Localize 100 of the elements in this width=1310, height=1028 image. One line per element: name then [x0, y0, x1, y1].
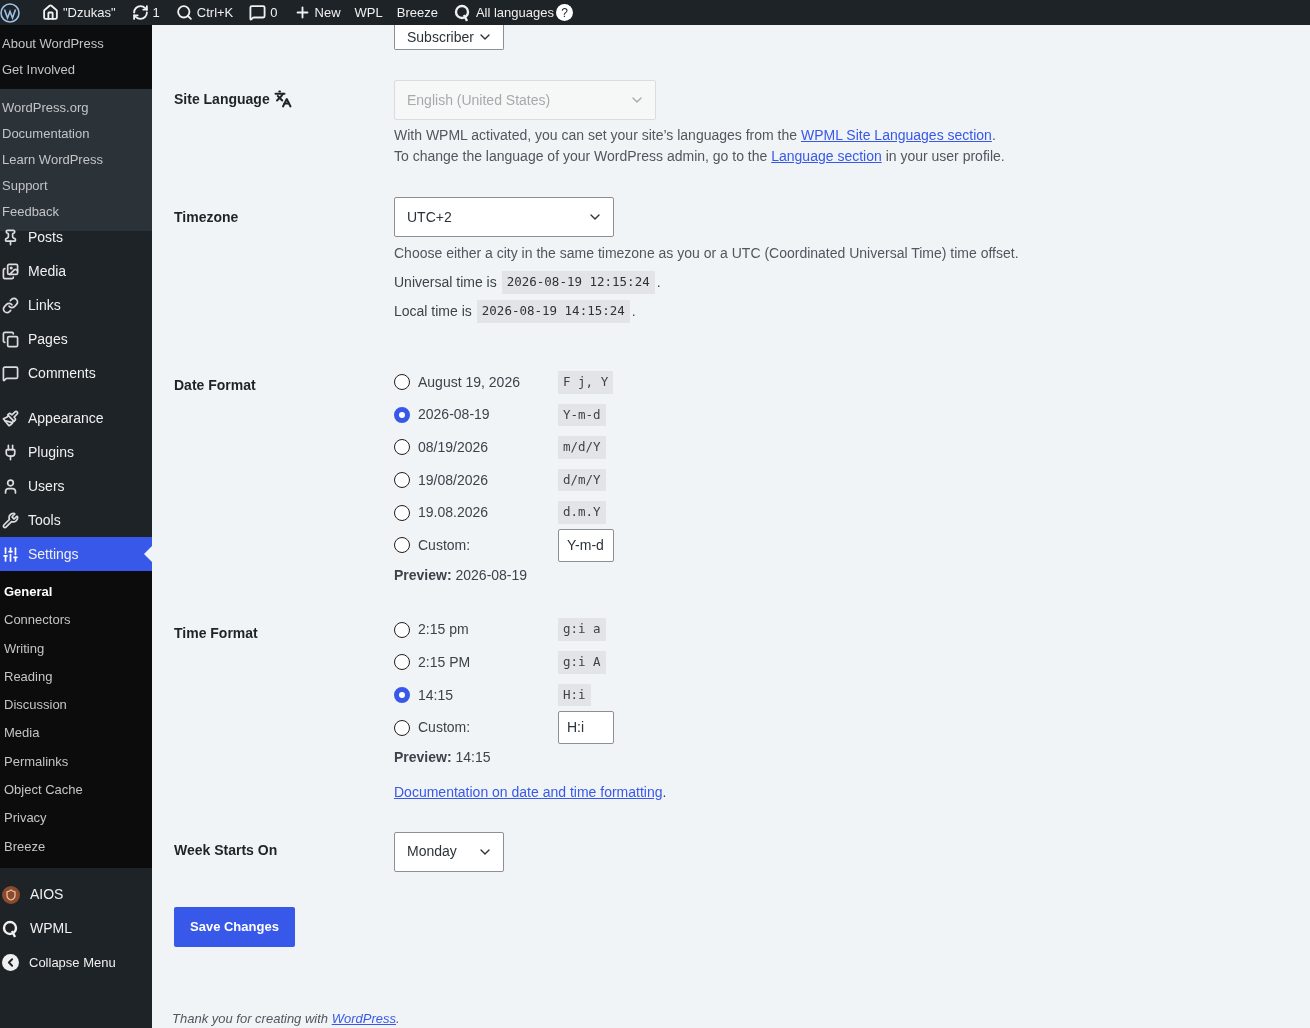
- submenu-item[interactable]: Connectors: [0, 606, 152, 635]
- sidebar-menu-item[interactable]: Pages: [0, 322, 152, 356]
- submenu-item[interactable]: Reading: [0, 662, 152, 692]
- comments-icon[interactable]: [249, 4, 267, 21]
- radio-button[interactable]: [394, 621, 410, 638]
- radio-button[interactable]: [394, 687, 410, 704]
- radio-button[interactable]: [394, 374, 410, 391]
- radio-label: 2:15 pm: [418, 620, 469, 640]
- collapse-icon[interactable]: [2, 954, 19, 972]
- sidebar-menu-item[interactable]: WPML: [0, 911, 152, 946]
- radio-label: Custom:: [418, 535, 471, 555]
- punctuation: .: [656, 273, 661, 292]
- admin-bar-item[interactable]: 0: [270, 2, 278, 23]
- sidebar-menu-item[interactable]: Users: [0, 469, 152, 503]
- field-description: With WPML activated, you can set your site’s languages from the WPML Site Languages section.: [394, 126, 997, 145]
- links-icon: [2, 296, 19, 314]
- media-icon: [2, 262, 19, 280]
- wordpress-logo-icon[interactable]: [0, 2, 20, 23]
- updates-icon[interactable]: [131, 4, 149, 21]
- field-label: Time Format: [174, 624, 258, 641]
- admin-bar-item[interactable]: "Dzukas": [63, 2, 116, 23]
- radio-button[interactable]: [394, 654, 410, 671]
- field-label: Date Format: [174, 377, 256, 393]
- admin-bar-item[interactable]: Breeze: [396, 2, 438, 23]
- sidebar-menu-item[interactable]: Collapse Menu: [0, 945, 152, 980]
- radio-label: 19/08/2026: [418, 470, 489, 490]
- sidebar-menu-item[interactable]: Plugins: [0, 435, 152, 469]
- field-label: Timezone: [174, 209, 239, 225]
- dropdown-menu-item[interactable]: WordPress.org: [0, 95, 152, 121]
- save-changes-button[interactable]: Save Changes: [174, 906, 295, 947]
- radio-label: 14:15: [418, 685, 454, 705]
- time-label: Universal time is: [394, 273, 497, 292]
- format-preview: Preview: 14:15: [394, 747, 492, 767]
- help-icon[interactable]: ?: [556, 4, 573, 21]
- radio-button[interactable]: [394, 537, 410, 554]
- submenu-item[interactable]: Media: [0, 719, 152, 748]
- radio-button[interactable]: [394, 719, 410, 736]
- shield-icon: [2, 885, 20, 904]
- radio-button[interactable]: [394, 504, 410, 521]
- format-code: d/m/Y: [558, 468, 606, 492]
- submenu-item[interactable]: General: [0, 578, 152, 607]
- submenu-item[interactable]: Breeze: [0, 832, 152, 861]
- submenu-item[interactable]: Privacy: [0, 804, 152, 833]
- select-dropdown[interactable]: Subscriber: [394, 25, 504, 50]
- field-label: Site Language: [174, 89, 270, 109]
- sidebar-menu-item[interactable]: Tools: [0, 503, 152, 537]
- wpml-icon: [453, 3, 472, 22]
- custom-format-field[interactable]: Y-m-d: [558, 528, 614, 562]
- wpml-icon: [2, 919, 20, 938]
- format-code: H:i: [558, 683, 591, 707]
- dropdown-menu-item[interactable]: Documentation: [0, 121, 152, 147]
- radio-label: 19.08.2026: [418, 503, 489, 523]
- admin-bar-item[interactable]: Ctrl+K: [196, 2, 234, 23]
- dropdown-menu-item[interactable]: Get Involved: [0, 57, 152, 83]
- sidebar-menu-item[interactable]: Comments: [0, 356, 152, 390]
- radio-button[interactable]: [394, 472, 410, 489]
- admin-bar-item[interactable]: 1: [152, 2, 160, 23]
- format-code: m/d/Y: [558, 436, 606, 459]
- submenu-item[interactable]: Discussion: [0, 691, 152, 720]
- radio-button[interactable]: [394, 406, 410, 423]
- select-dropdown[interactable]: Monday: [394, 831, 504, 872]
- documentation-link[interactable]: Documentation on date and time formatting: [394, 783, 663, 800]
- sidebar-menu-item[interactable]: Appearance: [0, 401, 152, 435]
- radio-label: 08/19/2026: [418, 438, 489, 457]
- wordpress-link[interactable]: WordPress: [331, 1010, 396, 1026]
- field-description: To change the language of your WordPress admin, go to the Language section in your user profile.: [394, 147, 1005, 166]
- sidebar-menu-item[interactable]: Links: [0, 288, 152, 322]
- sidebar-menu-item[interactable]: Settings: [0, 537, 152, 571]
- comments-icon: [2, 364, 19, 382]
- radio-button[interactable]: [394, 439, 410, 456]
- admin-bar-item[interactable]: New: [314, 2, 341, 23]
- tools-icon: [2, 511, 19, 529]
- sidebar-menu-item[interactable]: AIOS: [0, 877, 152, 912]
- field-label: Week Starts On: [174, 841, 278, 858]
- radio-label: August 19, 2026: [418, 372, 520, 392]
- format-code: g:i a: [558, 618, 606, 642]
- dropdown-menu-item[interactable]: Learn WordPress: [0, 147, 152, 173]
- radio-label: 2026-08-19: [418, 405, 490, 425]
- format-preview: Preview: 2026-08-19: [394, 565, 529, 585]
- translate-icon: [273, 90, 292, 108]
- current-pointer-icon: [144, 546, 152, 562]
- admin-bar-item[interactable]: WPL: [354, 2, 383, 23]
- search-icon[interactable]: [175, 4, 193, 21]
- home-icon[interactable]: [42, 4, 59, 21]
- sidebar-menu-item[interactable]: Media: [0, 254, 152, 288]
- admin-bar-item[interactable]: All languages: [475, 2, 554, 23]
- time-value: 2026-08-19 14:15:24: [476, 300, 630, 323]
- custom-format-field[interactable]: H:i: [558, 711, 614, 745]
- format-code: F j, Y: [558, 370, 614, 394]
- dropdown-menu-item[interactable]: About WordPress: [0, 31, 152, 57]
- posts-icon: [2, 228, 19, 246]
- radio-label: Custom:: [418, 718, 471, 738]
- submenu-item[interactable]: Permalinks: [0, 747, 152, 777]
- dropdown-menu-item[interactable]: Support: [0, 173, 152, 199]
- radio-label: 2:15 PM: [418, 652, 471, 672]
- punctuation: .: [631, 302, 636, 321]
- select-dropdown[interactable]: UTC+2: [394, 197, 614, 237]
- settings-icon: [2, 545, 19, 563]
- submenu-item[interactable]: Object Cache: [0, 776, 152, 805]
- submenu-item[interactable]: Writing: [0, 634, 152, 663]
